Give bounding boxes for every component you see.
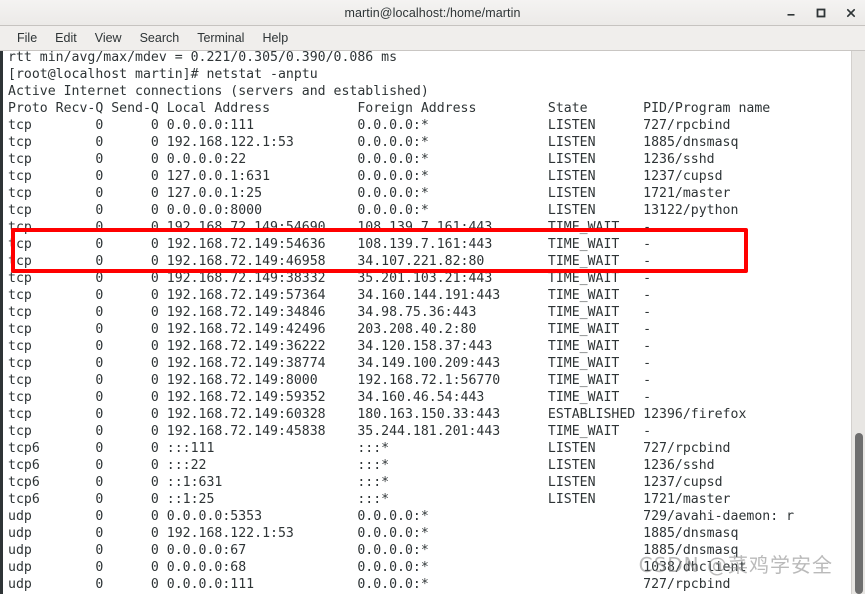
terminal-line: tcp 0 0 192.168.122.1:53 0.0.0.0:* LISTE… — [8, 135, 739, 150]
terminal-line: tcp 0 0 192.168.72.149:34846 34.98.75.36… — [8, 305, 652, 320]
terminal-line: tcp 0 0 192.168.72.149:42496 203.208.40.… — [8, 322, 652, 337]
terminal-line: udp 0 0 0.0.0.0:68 0.0.0.0:* 1038/dhclie… — [8, 560, 747, 575]
terminal-line: tcp6 0 0 :::111 :::* LISTEN 727/rpcbind — [8, 441, 731, 456]
menu-item-edit[interactable]: Edit — [46, 29, 86, 47]
menu-item-help[interactable]: Help — [253, 29, 297, 47]
terminal-line: tcp 0 0 0.0.0.0:111 0.0.0.0:* LISTEN 727… — [8, 118, 731, 133]
terminal-line: udp 0 0 0.0.0.0:5353 0.0.0.0:* 729/avahi… — [8, 509, 795, 524]
terminal-line: tcp 0 0 192.168.72.149:45838 35.244.181.… — [8, 424, 652, 439]
minimize-button[interactable] — [783, 5, 799, 21]
terminal-line: udp 0 0 0.0.0.0:67 0.0.0.0:* 1885/dnsmas… — [8, 543, 739, 558]
terminal-text: rtt min/avg/max/mdev = 0.221/0.305/0.390… — [8, 51, 794, 594]
terminal-line: tcp 0 0 0.0.0.0:8000 0.0.0.0:* LISTEN 13… — [8, 203, 739, 218]
menu-item-search[interactable]: Search — [131, 29, 189, 47]
terminal-line: tcp 0 0 192.168.72.149:46958 34.107.221.… — [8, 254, 652, 269]
terminal-line: udp 0 0 0.0.0.0:111 0.0.0.0:* 727/rpcbin… — [8, 577, 731, 592]
terminal-line: tcp6 0 0 :::22 :::* LISTEN 1236/sshd — [8, 458, 715, 473]
terminal-line: tcp 0 0 192.168.72.149:54636 108.139.7.1… — [8, 237, 652, 252]
terminal-line: tcp 0 0 127.0.0.1:25 0.0.0.0:* LISTEN 17… — [8, 186, 731, 201]
terminal-line: udp 0 0 0.0.0.0:39205 0.0.0.0:* 729/avah… — [8, 593, 794, 594]
terminal-window: martin@localhost:/home/martin File Edit — [0, 0, 865, 595]
terminal-line: tcp 0 0 192.168.72.149:36222 34.120.158.… — [8, 339, 652, 354]
terminal-line: [root@localhost martin]# netstat -anptu — [8, 67, 318, 82]
terminal-line: tcp 0 0 192.168.72.149:60328 180.163.150… — [8, 407, 747, 422]
terminal-line: tcp 0 0 127.0.0.1:631 0.0.0.0:* LISTEN 1… — [8, 169, 723, 184]
window-title: martin@localhost:/home/martin — [344, 5, 521, 20]
terminal-line: tcp 0 0 192.168.72.149:38332 35.201.103.… — [8, 271, 652, 286]
terminal-line: tcp 0 0 192.168.72.149:59352 34.160.46.5… — [8, 390, 652, 405]
terminal-line: tcp 0 0 0.0.0.0:22 0.0.0.0:* LISTEN 1236… — [8, 152, 715, 167]
terminal-line: tcp 0 0 192.168.72.149:54690 108.139.7.1… — [8, 220, 652, 235]
menu-item-terminal[interactable]: Terminal — [188, 29, 253, 47]
menubar: File Edit View Search Terminal Help — [0, 26, 865, 51]
terminal-line: rtt min/avg/max/mdev = 0.221/0.305/0.390… — [8, 51, 398, 65]
titlebar: martin@localhost:/home/martin — [0, 0, 865, 26]
terminal-line: udp 0 0 192.168.122.1:53 0.0.0.0:* 1885/… — [8, 526, 739, 541]
terminal-line: tcp 0 0 192.168.72.149:8000 192.168.72.1… — [8, 373, 652, 388]
close-button[interactable] — [843, 5, 859, 21]
terminal-line: tcp 0 0 192.168.72.149:38774 34.149.100.… — [8, 356, 652, 371]
scrollbar-thumb[interactable] — [855, 433, 863, 594]
terminal-line: tcp 0 0 192.168.72.149:57364 34.160.144.… — [8, 288, 652, 303]
terminal-line: tcp6 0 0 ::1:631 :::* LISTEN 1237/cupsd — [8, 475, 723, 490]
terminal-body: rtt min/avg/max/mdev = 0.221/0.305/0.390… — [0, 51, 865, 594]
menu-item-file[interactable]: File — [8, 29, 46, 47]
terminal-scrollbar[interactable] — [851, 51, 865, 594]
menu-item-view[interactable]: View — [86, 29, 131, 47]
maximize-button[interactable] — [813, 5, 829, 21]
terminal-line: Proto Recv-Q Send-Q Local Address Foreig… — [8, 101, 771, 116]
terminal-line: tcp6 0 0 ::1:25 :::* LISTEN 1721/master — [8, 492, 731, 507]
window-controls — [783, 0, 859, 25]
terminal-output-area[interactable]: rtt min/avg/max/mdev = 0.221/0.305/0.390… — [3, 51, 851, 594]
terminal-line: Active Internet connections (servers and… — [8, 84, 429, 99]
